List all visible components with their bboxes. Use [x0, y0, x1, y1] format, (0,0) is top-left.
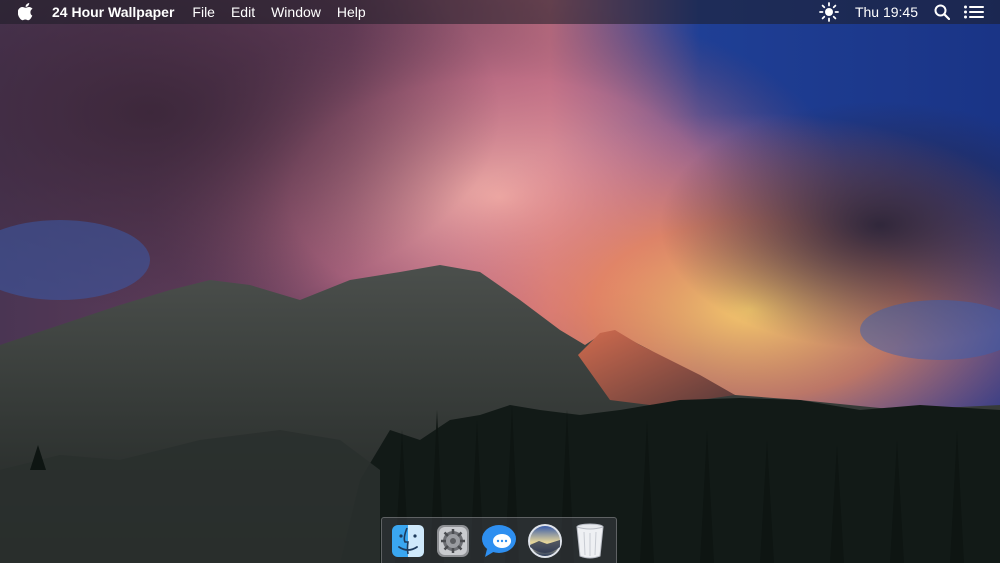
menu-edit[interactable]: Edit [231, 4, 255, 20]
gear-icon[interactable] [435, 523, 470, 559]
menu-help[interactable]: Help [337, 4, 366, 20]
trash-icon[interactable] [573, 523, 608, 559]
messages-icon[interactable] [481, 523, 517, 559]
status-area: Thu 19:45 [819, 2, 1000, 22]
list-icon[interactable] [964, 5, 984, 19]
menu-bar: 24 Hour Wallpaper File Edit Window Help … [0, 0, 1000, 24]
app-name-menu[interactable]: 24 Hour Wallpaper [52, 4, 174, 20]
dock [381, 517, 617, 563]
menu-window[interactable]: Window [271, 4, 321, 20]
apple-logo-icon[interactable] [18, 3, 36, 21]
finder-icon[interactable] [390, 523, 425, 559]
clock[interactable]: Thu 19:45 [855, 4, 918, 20]
menu-file[interactable]: File [192, 4, 215, 20]
search-icon[interactable] [934, 4, 950, 20]
wallpaper-app-icon[interactable] [527, 523, 563, 559]
desktop-wallpaper [0, 0, 1000, 563]
sun-icon[interactable] [819, 2, 839, 22]
